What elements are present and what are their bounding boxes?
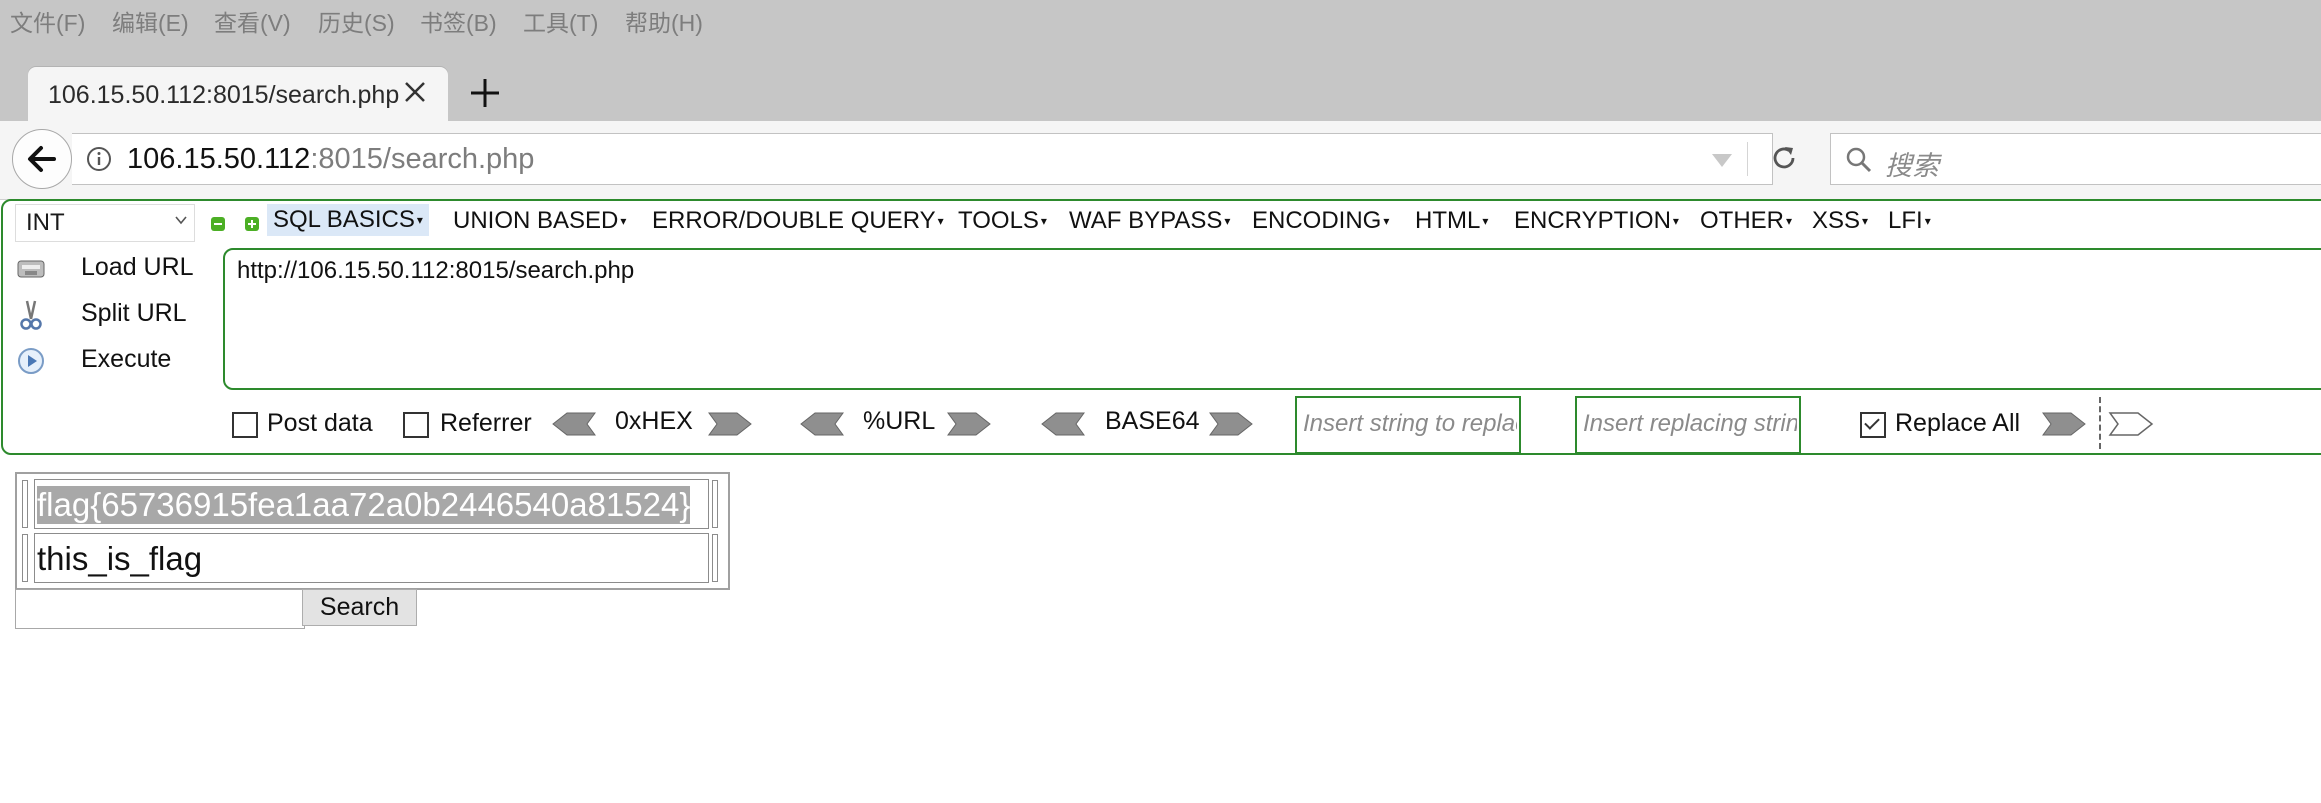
base64-decode-arrow-icon[interactable]	[1040, 411, 1086, 437]
replace-string-input[interactable]: Insert string to replace	[1295, 396, 1521, 454]
menu-waf-bypass[interactable]: WAF BYPASS ▾	[1069, 207, 1230, 235]
url-host: 106.15.50.112	[127, 143, 311, 175]
menu-label: TOOLS	[958, 207, 1039, 234]
url-encode-label: %URL	[863, 407, 936, 435]
menu-label: OTHER	[1700, 207, 1784, 234]
cell-border	[712, 480, 718, 528]
referrer-checkbox[interactable]	[403, 412, 429, 438]
close-icon[interactable]	[400, 77, 430, 107]
search-placeholder: 搜索	[1885, 151, 1939, 181]
scissors-icon	[20, 300, 42, 330]
menu-label: LFI	[1888, 207, 1923, 234]
post-data-label: Post data	[267, 409, 373, 437]
url-textarea-value: http://106.15.50.112:8015/search.php	[237, 257, 635, 284]
info-icon[interactable]	[86, 146, 112, 172]
url-path: :8015/search.php	[310, 143, 535, 175]
dropdown-icon[interactable]	[1712, 154, 1732, 167]
menu-other[interactable]: OTHER ▾	[1700, 207, 1792, 235]
play-icon	[18, 348, 44, 374]
replace-arrow-icon[interactable]	[2041, 411, 2087, 437]
tab-title: 106.15.50.112:8015/search.php	[48, 81, 400, 109]
menu-bookmarks[interactable]: 书签(B)	[420, 4, 497, 38]
search-input[interactable]	[15, 589, 305, 629]
hex-encode-arrow-icon[interactable]	[707, 411, 753, 437]
result-table: flag{65736915fea1aa72a0b2446540a81524} t…	[15, 472, 730, 590]
chevron-down-icon	[175, 216, 187, 225]
split-url-button[interactable]: Split URL	[3, 294, 213, 334]
hex-decode-arrow-icon[interactable]	[551, 411, 597, 437]
replace-all-label: Replace All	[1895, 409, 2021, 437]
hex-label: 0xHEX	[615, 407, 693, 435]
decrease-icon[interactable]	[211, 217, 225, 231]
menu-error-double-query[interactable]: ERROR/DOUBLE QUERY ▾	[652, 207, 944, 235]
type-select-value: INT	[26, 209, 65, 236]
menu-label: HTML	[1415, 207, 1481, 234]
referrer-label: Referrer	[440, 409, 532, 437]
execute-button[interactable]: Execute	[3, 340, 213, 380]
menu-union-based[interactable]: UNION BASED ▾	[453, 207, 626, 235]
menu-help[interactable]: 帮助(H)	[625, 4, 703, 38]
menu-sql-basics[interactable]: SQL BASICS ▾	[267, 204, 429, 236]
row-value: this_is_flag	[37, 540, 203, 577]
cell-border	[712, 534, 718, 582]
back-button[interactable]	[12, 129, 72, 189]
url-textarea[interactable]: http://106.15.50.112:8015/search.php	[223, 248, 2321, 390]
type-select[interactable]: INT	[15, 204, 195, 242]
divider	[1747, 142, 1748, 176]
url-decode-arrow-icon[interactable]	[799, 411, 845, 437]
menu-label: XSS	[1812, 207, 1861, 234]
menu-html[interactable]: HTML ▾	[1415, 207, 1488, 235]
url-encode-arrow-icon[interactable]	[946, 411, 992, 437]
menu-tools[interactable]: TOOLS ▾	[958, 207, 1047, 235]
table-cell-flag: flag{65736915fea1aa72a0b2446540a81524}	[34, 479, 709, 529]
menu-edit[interactable]: 编辑(E)	[112, 4, 189, 38]
replacing-string-input[interactable]: Insert replacing string	[1575, 396, 1801, 454]
replace-string-placeholder: Insert string to replace	[1303, 410, 1517, 437]
search-button[interactable]: Search	[302, 589, 417, 626]
load-url-button[interactable]: Load URL	[3, 248, 213, 288]
replace-all-checkbox[interactable]	[1860, 412, 1886, 438]
menu-label: SQL BASICS	[273, 206, 415, 233]
menu-file[interactable]: 文件(F)	[10, 4, 85, 38]
address-bar[interactable]: 106.15.50.112:8015/search.php	[72, 133, 1773, 185]
menu-tools[interactable]: 工具(T)	[523, 4, 598, 38]
search-bar[interactable]: 搜索	[1830, 133, 2321, 185]
table-cell-value: this_is_flag	[34, 533, 709, 583]
menu-encoding[interactable]: ENCODING ▾	[1252, 207, 1389, 235]
tab-strip: 106.15.50.112:8015/search.php	[0, 37, 2321, 121]
post-data-checkbox[interactable]	[232, 412, 258, 438]
search-icon	[1846, 147, 1872, 173]
flag-value: flag{65736915fea1aa72a0b2446540a81524}	[37, 486, 691, 524]
menu-label: ENCRYPTION	[1514, 207, 1671, 234]
menu-view[interactable]: 查看(V)	[214, 4, 291, 38]
load-url-icon	[17, 260, 45, 278]
menu-encryption[interactable]: ENCRYPTION ▾	[1514, 207, 1679, 235]
browser-tab[interactable]: 106.15.50.112:8015/search.php	[28, 67, 448, 121]
split-url-label: Split URL	[81, 299, 187, 327]
new-tab-icon[interactable]	[465, 73, 505, 113]
menu-bar: 文件(F) 编辑(E) 查看(V) 历史(S) 书签(B) 工具(T) 帮助(H…	[0, 0, 2321, 37]
replacing-string-placeholder: Insert replacing string	[1583, 410, 1797, 437]
load-url-label: Load URL	[81, 253, 194, 281]
increase-icon[interactable]	[245, 217, 259, 231]
menu-label: WAF BYPASS	[1069, 207, 1223, 234]
back-arrow-icon	[28, 146, 56, 172]
url-text: 106.15.50.112:8015/search.php	[127, 143, 534, 176]
cell-border	[22, 534, 28, 582]
menu-label: ERROR/DOUBLE QUERY	[652, 207, 936, 234]
menu-history[interactable]: 历史(S)	[318, 4, 395, 38]
separator	[2099, 397, 2101, 449]
menu-lfi[interactable]: LFI ▾	[1888, 207, 1931, 235]
nav-bar: 106.15.50.112:8015/search.php 搜索	[0, 121, 2321, 200]
replace-reverse-arrow-icon[interactable]	[2108, 411, 2154, 437]
base64-encode-arrow-icon[interactable]	[1208, 411, 1254, 437]
hackbar-panel: INT SQL BASICS ▾ UNION BASED ▾ ERROR/DOUBL…	[1, 199, 2321, 455]
reload-icon[interactable]	[1769, 143, 1799, 173]
menu-xss[interactable]: XSS ▾	[1812, 207, 1868, 235]
cell-border	[22, 480, 28, 528]
menu-label: ENCODING	[1252, 207, 1382, 234]
menu-label: UNION BASED	[453, 207, 619, 234]
execute-label: Execute	[81, 345, 172, 373]
base64-label: BASE64	[1105, 407, 1200, 435]
